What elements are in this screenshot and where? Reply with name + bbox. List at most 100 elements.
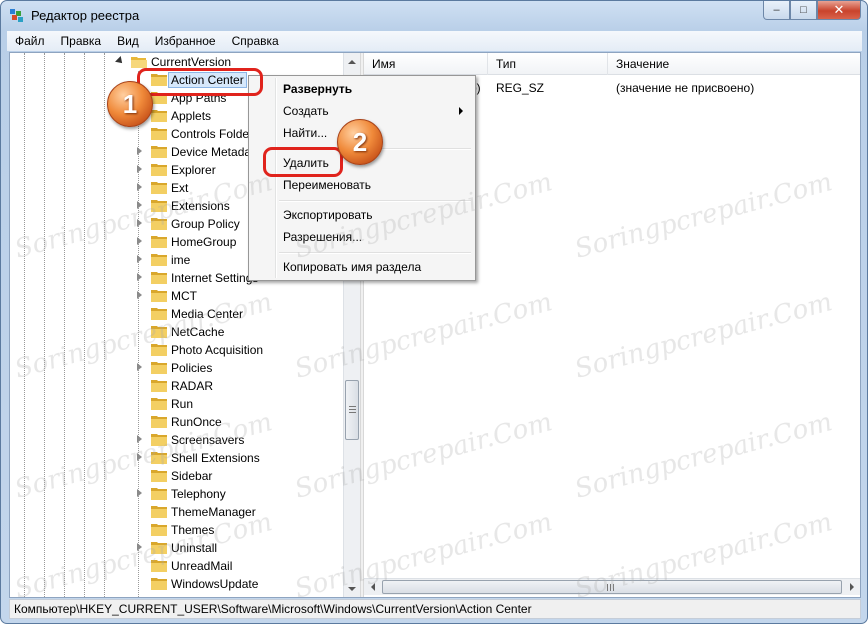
menu-favorites[interactable]: Избранное <box>147 31 224 51</box>
collapsed-arrow-icon[interactable] <box>137 255 142 263</box>
menu-help[interactable]: Справка <box>224 31 287 51</box>
value-type: REG_SZ <box>496 81 545 95</box>
tree-item-label: Media Center <box>171 307 244 321</box>
tree-item-label: Policies <box>171 361 213 375</box>
menu-separator <box>279 252 471 254</box>
menu-item-permissions[interactable]: Разрешения... <box>251 227 473 247</box>
value-data: (значение не присвоено) <box>616 81 755 95</box>
arrow-down-icon <box>348 586 356 591</box>
step-badge-1: 1 <box>107 81 153 127</box>
folder-icon <box>151 416 167 428</box>
tree-item-label: Controls Folde <box>171 127 250 141</box>
menu-bar: Файл Правка Вид Избранное Справка <box>7 31 862 51</box>
list-header: Имя Тип Значение <box>364 53 860 75</box>
column-type[interactable]: Тип <box>488 53 608 75</box>
tree-item[interactable]: MCT <box>10 287 360 305</box>
scroll-up-button[interactable] <box>344 53 360 70</box>
menu-item-export[interactable]: Экспортировать <box>251 205 473 225</box>
tree-item-label: RunOnce <box>171 415 222 429</box>
collapsed-arrow-icon[interactable] <box>137 165 142 173</box>
tree-item[interactable]: Policies <box>10 359 360 377</box>
collapsed-arrow-icon[interactable] <box>137 453 142 461</box>
collapsed-arrow-icon[interactable] <box>137 219 142 227</box>
collapsed-arrow-icon[interactable] <box>137 435 142 443</box>
scroll-thumb[interactable] <box>345 380 359 440</box>
folder-icon <box>151 110 167 122</box>
tree-item[interactable]: Uninstall <box>10 539 360 557</box>
tree-item-label: Applets <box>171 109 212 123</box>
collapsed-arrow-icon[interactable] <box>137 201 142 209</box>
tree-item-label: CurrentVersion <box>151 55 232 69</box>
folder-icon <box>151 398 167 410</box>
tree-item[interactable]: Telephony <box>10 485 360 503</box>
registry-editor-icon <box>10 9 23 22</box>
tree-item[interactable]: Run <box>10 395 360 413</box>
tree-item[interactable]: WindowsUpdate <box>10 575 360 593</box>
tree-item-label: Screensavers <box>171 433 245 447</box>
collapsed-arrow-icon[interactable] <box>137 489 142 497</box>
tree-item-label: Telephony <box>171 487 226 501</box>
scroll-right-button[interactable] <box>843 579 860 595</box>
menu-separator <box>279 200 471 202</box>
tree-item-label: Explorer <box>171 163 216 177</box>
menu-edit[interactable]: Правка <box>53 31 110 51</box>
collapsed-arrow-icon[interactable] <box>137 363 142 371</box>
highlight-action-center <box>137 68 263 96</box>
collapsed-arrow-icon[interactable] <box>137 147 142 155</box>
tree-item[interactable]: Media Center <box>10 305 360 323</box>
tree-item[interactable]: ThemeManager <box>10 503 360 521</box>
menu-file[interactable]: Файл <box>7 31 53 51</box>
tree-item[interactable]: NetCache <box>10 323 360 341</box>
collapsed-arrow-icon[interactable] <box>137 273 142 281</box>
collapsed-arrow-icon[interactable] <box>137 183 142 191</box>
folder-icon <box>151 272 167 284</box>
tree-item-label: RADAR <box>171 379 214 393</box>
close-button[interactable]: ✕ <box>817 1 861 20</box>
tree-item[interactable]: Screensavers <box>10 431 360 449</box>
folder-open-icon <box>131 57 147 68</box>
tree-item[interactable]: Sidebar <box>10 467 360 485</box>
menu-item-copy-key-name[interactable]: Копировать имя раздела <box>251 257 473 277</box>
tree-item[interactable]: RADAR <box>10 377 360 395</box>
tree-item-label: Extensions <box>171 199 230 213</box>
highlight-delete <box>263 147 343 177</box>
folder-icon <box>151 362 167 374</box>
tree-item[interactable]: UnreadMail <box>10 557 360 575</box>
column-value[interactable]: Значение <box>608 53 860 75</box>
tree-item[interactable]: Shell Extensions <box>10 449 360 467</box>
title-bar[interactable]: Редактор реестра – □ ✕ <box>1 1 867 31</box>
status-bar: Компьютер\HKEY_CURRENT_USER\Software\Mic… <box>9 599 861 619</box>
registry-editor-window: Редактор реестра – □ ✕ Файл Правка Вид И… <box>0 0 868 624</box>
folder-icon <box>151 236 167 248</box>
menu-item-rename[interactable]: Переименовать <box>251 175 473 195</box>
menu-view[interactable]: Вид <box>109 31 147 51</box>
scroll-down-button[interactable] <box>344 580 360 597</box>
expanded-arrow-icon[interactable] <box>115 56 125 66</box>
tree-item[interactable]: Photo Acquisition <box>10 341 360 359</box>
context-menu: Развернуть Создать Найти... Удалить Пере… <box>248 75 476 281</box>
list-horizontal-scrollbar[interactable] <box>364 578 860 595</box>
folder-icon <box>151 326 167 338</box>
tree-item[interactable]: Themes <box>10 521 360 539</box>
menu-item-expand[interactable]: Развернуть <box>251 79 473 99</box>
collapsed-arrow-icon[interactable] <box>137 237 142 245</box>
tree-item-label: Shell Extensions <box>171 451 260 465</box>
tree-item-label: WindowsUpdate <box>171 577 259 591</box>
tree-item-label: Internet Settings <box>171 271 259 285</box>
tree-item[interactable]: RunOnce <box>10 413 360 431</box>
folder-icon <box>151 254 167 266</box>
submenu-arrow-icon <box>459 107 463 115</box>
collapsed-arrow-icon[interactable] <box>137 291 142 299</box>
menu-item-new[interactable]: Создать <box>251 101 473 121</box>
maximize-button[interactable]: □ <box>790 1 817 20</box>
scroll-thumb[interactable] <box>382 580 842 594</box>
scroll-left-button[interactable] <box>364 579 381 595</box>
tree-item-label: Run <box>171 397 194 411</box>
column-name[interactable]: Имя <box>364 53 488 75</box>
tree-item-label: Sidebar <box>171 469 213 483</box>
folder-icon <box>151 434 167 446</box>
folder-icon <box>151 182 167 194</box>
collapsed-arrow-icon[interactable] <box>137 543 142 551</box>
minimize-button[interactable]: – <box>763 1 790 20</box>
window-title: Редактор реестра <box>31 8 140 23</box>
